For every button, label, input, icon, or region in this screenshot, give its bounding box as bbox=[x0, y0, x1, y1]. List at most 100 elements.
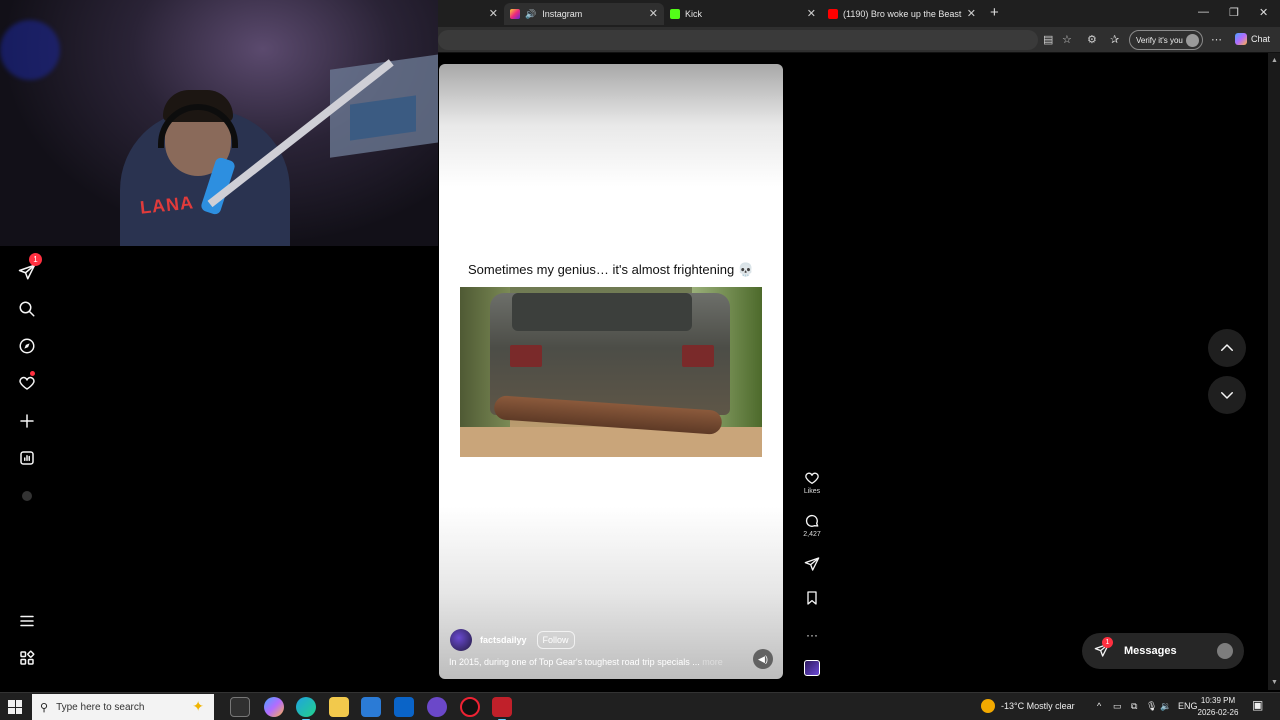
youtube-favicon-icon bbox=[828, 9, 838, 19]
weather-icon[interactable] bbox=[981, 699, 995, 713]
notification-dot bbox=[30, 371, 35, 376]
nav-notifications[interactable] bbox=[15, 371, 39, 395]
tab-label: Instagram bbox=[542, 9, 583, 19]
reel-clip-car-on-log bbox=[460, 287, 762, 457]
verify-profile-button[interactable]: Verify it's you bbox=[1129, 30, 1203, 50]
chevron-down-icon bbox=[1221, 392, 1233, 399]
comments-count: 2,427 bbox=[803, 531, 821, 538]
network-icon[interactable]: ▭ bbox=[1113, 701, 1122, 712]
taskbar-clock[interactable]: 10:39 PM 2026-02-26 bbox=[1196, 695, 1240, 719]
speaker-icon[interactable]: 🔊 bbox=[525, 9, 536, 20]
minimize-icon[interactable]: — bbox=[1198, 6, 1209, 18]
window-close-icon[interactable]: ✕ bbox=[1259, 6, 1268, 19]
copilot-chat-button[interactable]: Chat bbox=[1235, 33, 1270, 45]
meet-now-icon[interactable]: ⧉ bbox=[1131, 701, 1137, 712]
messages-drawer-button[interactable]: 1 Messages bbox=[1082, 633, 1244, 669]
save-button[interactable] bbox=[797, 590, 827, 606]
scroll-up-icon[interactable]: ▲ bbox=[1271, 57, 1278, 64]
store-app-icon[interactable] bbox=[361, 697, 381, 717]
windows-taskbar: ⚲ Type here to search ✦ -13°C Mostly cle… bbox=[0, 692, 1280, 720]
heart-icon bbox=[19, 376, 35, 390]
likes-label: Likes bbox=[803, 488, 821, 495]
weather-text[interactable]: -13°C Mostly clear bbox=[1001, 701, 1075, 711]
nav-explore[interactable] bbox=[15, 334, 39, 358]
new-tab-icon[interactable]: + bbox=[990, 4, 999, 21]
tab-partial[interactable]: ✕ bbox=[438, 3, 504, 25]
send-icon bbox=[804, 557, 820, 571]
address-bar[interactable] bbox=[438, 30, 1038, 50]
comment-button[interactable]: 2,427 bbox=[797, 513, 827, 538]
clock-time: 10:39 PM bbox=[1200, 696, 1236, 705]
comment-icon bbox=[805, 514, 819, 527]
file-explorer-icon[interactable] bbox=[329, 697, 349, 717]
share-button[interactable] bbox=[797, 556, 827, 572]
compass-icon bbox=[19, 338, 35, 354]
tab-close-icon[interactable]: ✕ bbox=[807, 7, 816, 20]
tray-overflow-icon[interactable]: ^ bbox=[1097, 701, 1101, 711]
kick-favicon-icon bbox=[670, 9, 680, 19]
plus-icon bbox=[20, 414, 34, 428]
nav-more[interactable] bbox=[15, 609, 39, 633]
reel-video[interactable]: Sometimes my genius… it's almost frighte… bbox=[439, 64, 783, 679]
edge-app-icon[interactable] bbox=[296, 697, 316, 720]
author-avatar[interactable] bbox=[450, 629, 472, 651]
volume-icon[interactable]: 🔉 bbox=[1160, 701, 1171, 712]
messages-label: Messages bbox=[1124, 645, 1177, 657]
taskbar-search-box[interactable]: ⚲ Type here to search ✦ bbox=[32, 694, 214, 720]
tab-instagram[interactable]: 🔊 Instagram ✕ bbox=[504, 3, 664, 25]
favorites-icon[interactable]: ✰ bbox=[1110, 33, 1119, 46]
more-menu-icon[interactable]: ⋯ bbox=[1211, 33, 1222, 46]
favorite-star-icon[interactable]: ☆ bbox=[1062, 33, 1072, 46]
task-view-icon[interactable] bbox=[230, 697, 250, 717]
tab-youtube[interactable]: (1190) Bro woke up the Beast by n ✕ bbox=[822, 3, 982, 25]
tab-label: (1190) Bro woke up the Beast by n bbox=[843, 9, 963, 19]
reel-overlay-text: Sometimes my genius… it's almost frighte… bbox=[468, 262, 754, 277]
more-options-button[interactable]: ··· bbox=[797, 626, 827, 644]
nav-dashboard[interactable] bbox=[15, 446, 39, 470]
next-reel-button[interactable] bbox=[1208, 376, 1246, 414]
tab-close-icon[interactable]: ✕ bbox=[967, 7, 976, 20]
follow-button[interactable]: Follow bbox=[536, 631, 575, 649]
webcam-overlay: LANA bbox=[0, 0, 438, 246]
search-icon bbox=[19, 301, 35, 317]
restore-icon[interactable]: ❐ bbox=[1229, 6, 1239, 19]
extensions-icon[interactable]: ⚙ bbox=[1087, 33, 1097, 46]
windows-start-icon[interactable] bbox=[8, 700, 22, 714]
mute-toggle[interactable]: ◀) bbox=[753, 649, 773, 669]
scroll-down-icon[interactable]: ▼ bbox=[1271, 679, 1278, 686]
reader-view-icon[interactable]: ▤ bbox=[1043, 33, 1053, 46]
copilot-app-icon[interactable] bbox=[264, 697, 284, 717]
messages-badge: 1 bbox=[1102, 637, 1113, 648]
nav-search[interactable] bbox=[15, 297, 39, 321]
instagram-sidebar: 1 bbox=[0, 246, 54, 690]
author-username[interactable]: factsdailyy bbox=[480, 635, 527, 645]
tab-close-icon[interactable]: ✕ bbox=[649, 7, 658, 20]
previous-reel-button[interactable] bbox=[1208, 329, 1246, 367]
dashboard-icon bbox=[20, 451, 34, 465]
app-icon[interactable] bbox=[427, 697, 447, 717]
tab-label: Kick bbox=[685, 9, 703, 19]
notifications-icon[interactable]: ▣ bbox=[1252, 698, 1263, 712]
obs-app-icon[interactable] bbox=[460, 697, 480, 717]
profile-avatar bbox=[1186, 34, 1199, 47]
nav-create[interactable] bbox=[15, 409, 39, 433]
outlook-app-icon[interactable] bbox=[394, 697, 414, 717]
reel-description: In 2015, during one of Top Gear's toughe… bbox=[449, 657, 723, 667]
nav-also-from-meta[interactable] bbox=[15, 646, 39, 670]
nav-direct-messages[interactable]: 1 bbox=[15, 253, 42, 284]
microphone-icon[interactable]: 🎙 bbox=[1146, 701, 1157, 712]
chevron-up-icon bbox=[1221, 344, 1233, 351]
like-button[interactable]: Likes bbox=[797, 470, 827, 495]
reel-author: factsdailyy Follow bbox=[450, 629, 575, 651]
page-scrollbar[interactable]: ▲ ▼ bbox=[1268, 53, 1280, 690]
search-placeholder: Type here to search bbox=[56, 701, 145, 713]
language-indicator[interactable]: ENG bbox=[1178, 701, 1198, 711]
more-link[interactable]: more bbox=[702, 657, 723, 667]
tab-kick[interactable]: Kick ✕ bbox=[664, 3, 822, 25]
audio-thumbnail[interactable] bbox=[804, 660, 820, 676]
voice-app-icon[interactable] bbox=[492, 697, 512, 720]
tab-close-icon[interactable]: ✕ bbox=[489, 7, 498, 20]
nav-profile[interactable] bbox=[15, 484, 39, 508]
profile-avatar bbox=[22, 491, 32, 501]
heart-icon bbox=[805, 472, 819, 484]
